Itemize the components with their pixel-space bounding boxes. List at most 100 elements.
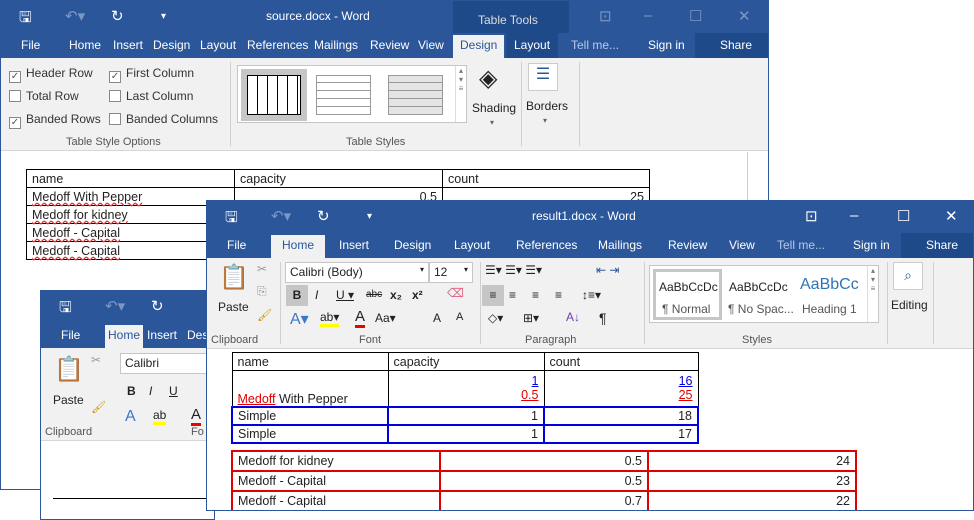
undo-icon[interactable]: ↶▾ <box>105 297 125 315</box>
maximize-icon[interactable]: ☐ <box>897 207 910 225</box>
cut-icon[interactable]: ✂ <box>91 353 101 367</box>
tab-home[interactable]: Home <box>69 38 101 52</box>
tab-design[interactable]: Design <box>153 38 190 52</box>
style-normal[interactable]: AaBbCcDc ¶ Normal <box>653 269 722 320</box>
banded-columns-checkbox[interactable]: Banded Columns <box>109 112 218 126</box>
tab-references[interactable]: References <box>247 38 308 52</box>
sort-icon[interactable]: A↓ <box>566 310 580 324</box>
tell-me[interactable]: Tell me... <box>777 238 825 252</box>
shading-dropdown-icon[interactable]: ▾ <box>490 118 494 127</box>
font-name-input[interactable]: Calibri <box>120 353 214 374</box>
table-style-plain[interactable] <box>316 75 371 115</box>
save-icon[interactable]: 🖫 <box>225 207 238 232</box>
shrink-font-icon[interactable]: A <box>456 311 463 323</box>
tab-review[interactable]: Review <box>668 238 707 252</box>
strikethrough-icon[interactable]: abc <box>366 289 382 300</box>
align-right-icon[interactable]: ≡ <box>532 288 539 302</box>
tab-review[interactable]: Review <box>370 38 409 52</box>
borders-dropdown-icon[interactable]: ▾ <box>543 116 547 125</box>
gallery-scroll[interactable]: ▴ ▾ ≡ <box>455 66 466 122</box>
text-effects-icon[interactable]: A <box>125 408 136 426</box>
customize-icon[interactable]: ▾ <box>161 11 166 22</box>
font-color-icon[interactable]: A <box>191 406 202 426</box>
align-center-icon[interactable]: ≡ <box>509 288 516 302</box>
close-icon[interactable]: ✕ <box>945 207 958 225</box>
superscript-icon[interactable]: x² <box>412 288 423 302</box>
clear-formatting-icon[interactable]: ⌫ <box>447 286 464 300</box>
tab-view[interactable]: View <box>729 238 755 252</box>
highlight-icon[interactable]: ab▾ <box>320 310 340 327</box>
maximize-icon[interactable]: ☐ <box>689 7 702 25</box>
share-button[interactable]: Share <box>695 33 768 58</box>
shading-icon[interactable]: ◇▾ <box>488 311 503 325</box>
first-column-checkbox[interactable]: ✓ First Column <box>109 66 194 83</box>
banded-rows-checkbox[interactable]: ✓ Banded Rows <box>9 112 101 129</box>
change-case-icon[interactable]: Aa▾ <box>375 311 396 325</box>
font-size-input[interactable]: 12 ▾ <box>429 262 473 283</box>
paste-button[interactable]: Paste <box>218 300 249 314</box>
show-marks-icon[interactable]: ¶ <box>599 310 607 326</box>
paste-icon[interactable]: 📋 <box>54 355 84 384</box>
redo-icon[interactable]: ↻ <box>111 7 124 25</box>
indent-icon[interactable]: ⇤ ⇥ <box>596 263 619 277</box>
tab-insert[interactable]: Insert <box>113 38 143 52</box>
sign-in[interactable]: Sign in <box>853 238 890 252</box>
underline-icon[interactable]: U ▾ <box>336 288 354 302</box>
tab-design[interactable]: Design <box>394 238 431 252</box>
gallery-scroll[interactable]: ▴ ▾ ≡ <box>867 266 878 322</box>
redo-icon[interactable]: ↻ <box>151 297 164 315</box>
borders-button[interactable]: Borders <box>526 99 568 113</box>
borders-icon[interactable]: ⊞▾ <box>523 311 539 325</box>
header-row-checkbox[interactable]: ✓ Header Row <box>9 66 93 83</box>
undo-icon[interactable]: ↶▾ <box>65 7 85 25</box>
table-style-grid[interactable] <box>241 69 307 121</box>
redo-icon[interactable]: ↻ <box>317 207 330 225</box>
tab-references[interactable]: References <box>516 238 577 252</box>
borders-icon[interactable]: ☰ <box>528 63 558 91</box>
bold-icon[interactable]: B <box>286 285 308 306</box>
underline-icon[interactable]: U <box>169 384 178 398</box>
font-name-input[interactable]: Calibri (Body) ▾ <box>285 262 429 283</box>
table-style-banded[interactable] <box>388 75 443 115</box>
tab-insert[interactable]: Insert <box>147 328 177 342</box>
italic-icon[interactable]: I <box>149 384 152 398</box>
tab-layout[interactable]: Layout <box>200 38 236 52</box>
justify-icon[interactable]: ≡ <box>555 288 562 302</box>
cut-icon[interactable]: ✂ <box>257 262 267 276</box>
minimize-icon[interactable]: – <box>644 7 652 24</box>
tab-file[interactable]: File <box>227 238 246 252</box>
save-icon[interactable]: 🖫 <box>19 7 32 32</box>
paste-icon[interactable]: 📋 <box>219 263 249 292</box>
text-effects-icon[interactable]: A▾ <box>290 309 309 329</box>
total-row-checkbox[interactable]: Total Row <box>9 89 79 103</box>
format-painter-icon[interactable]: 🖌 <box>257 308 272 322</box>
table-styles-gallery[interactable]: ▴ ▾ ≡ <box>237 65 467 123</box>
tab-mailings[interactable]: Mailings <box>314 38 358 52</box>
italic-icon[interactable]: I <box>315 288 318 302</box>
shading-button[interactable]: Shading <box>472 101 516 115</box>
tab-view[interactable]: View <box>418 38 444 52</box>
line-spacing-icon[interactable]: ↕≡▾ <box>582 288 601 302</box>
tab-mailings[interactable]: Mailings <box>598 238 642 252</box>
customize-icon[interactable]: ▾ <box>367 211 372 222</box>
tell-me[interactable]: Tell me... <box>571 38 619 52</box>
find-icon[interactable]: ⌕ <box>893 262 923 290</box>
last-column-checkbox[interactable]: Last Column <box>109 89 193 103</box>
bold-icon[interactable]: B <box>127 384 136 398</box>
ribbon-display-icon[interactable]: ⊡ <box>599 7 612 25</box>
style-heading-1[interactable]: AaBbCc Heading 1 <box>798 269 868 320</box>
tab-file[interactable]: File <box>61 328 80 342</box>
style-no-spacing[interactable]: AaBbCcDc ¶ No Spac... <box>726 269 796 320</box>
format-painter-icon[interactable]: 🖌 <box>91 400 106 414</box>
ribbon-display-icon[interactable]: ⊡ <box>805 207 818 225</box>
styles-gallery[interactable]: AaBbCcDc ¶ Normal AaBbCcDc ¶ No Spac... … <box>649 265 879 323</box>
tab-layout[interactable]: Layout <box>454 238 490 252</box>
bullets-icon[interactable]: ☰▾ ☰▾ ☰▾ <box>485 263 542 277</box>
highlight-icon[interactable]: ab <box>153 408 167 425</box>
grow-font-icon[interactable]: A <box>433 311 441 325</box>
editing-button[interactable]: Editing <box>891 298 928 312</box>
tab-table-layout[interactable]: Layout <box>506 33 559 58</box>
align-left-icon[interactable]: ≡ <box>482 285 504 306</box>
subscript-icon[interactable]: x₂ <box>390 288 402 302</box>
tab-home[interactable]: Home <box>105 325 143 348</box>
